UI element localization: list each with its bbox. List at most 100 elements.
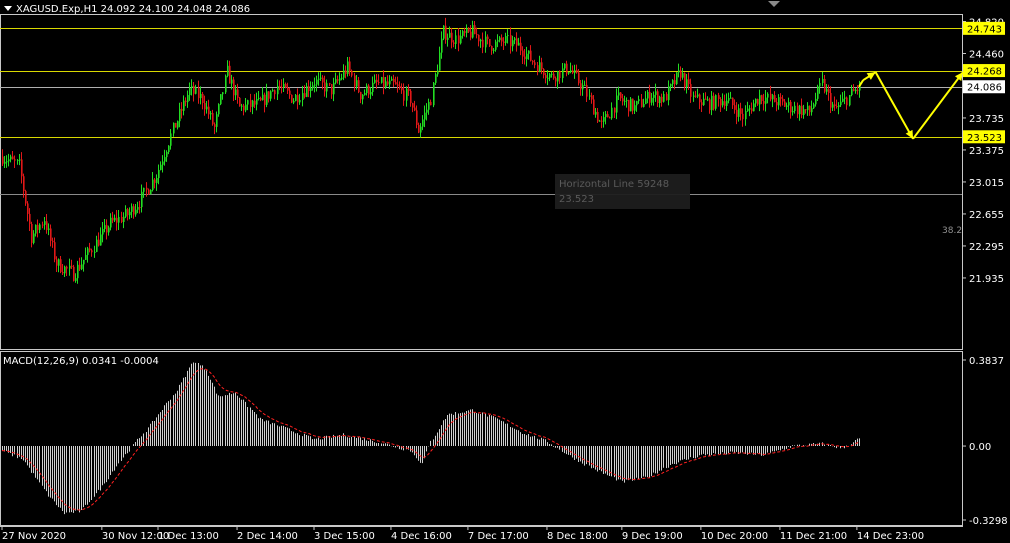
candle-body	[736, 109, 738, 117]
candle-body	[94, 251, 96, 253]
candle-body	[807, 105, 809, 111]
candle-body	[586, 84, 588, 97]
time-tick-label: 27 Nov 2020	[2, 531, 66, 542]
candle-body	[566, 63, 568, 74]
candle-body	[726, 100, 728, 106]
candle-body	[813, 104, 815, 109]
candle-body	[54, 242, 56, 260]
forecast-arrows[interactable]	[858, 71, 964, 140]
candle-body	[212, 113, 214, 125]
candle-body	[607, 114, 609, 118]
candle-body	[222, 92, 224, 95]
candle-body	[603, 117, 605, 122]
candle-body	[634, 105, 636, 111]
candle-body	[164, 157, 166, 162]
price-tag-label: 24.743	[967, 24, 1002, 35]
candle-body	[148, 189, 150, 195]
candle-body	[195, 87, 197, 94]
candle-body	[85, 254, 87, 260]
candle-body	[46, 221, 48, 231]
macd-tick-label: 0.3837	[969, 356, 1004, 367]
candle-body	[478, 34, 480, 42]
candle-body	[62, 271, 64, 274]
tooltip-line-name: Horizontal Line 59248	[559, 179, 669, 190]
candle-body	[31, 223, 33, 243]
candle-body	[715, 95, 717, 109]
candle-body	[555, 78, 557, 82]
candle-body	[507, 35, 509, 37]
candle-body	[589, 95, 591, 97]
candle-body	[162, 161, 164, 165]
candle-body	[208, 106, 210, 115]
shift-marker-icon[interactable]	[768, 1, 780, 7]
price-tick-label: 24.460	[969, 50, 1004, 61]
candle-body	[241, 105, 243, 107]
candle-body	[81, 264, 83, 270]
candle-body	[528, 50, 530, 54]
macd-indicator: 0.3837 0.00 -0.3298	[1, 356, 1008, 527]
candle-body	[29, 213, 31, 224]
candle-body	[256, 98, 258, 105]
candle-body	[374, 79, 376, 83]
candle-body	[420, 126, 422, 133]
candle-body	[2, 156, 4, 164]
candle-body	[636, 101, 638, 106]
candle-body	[225, 75, 227, 93]
candle-body	[688, 79, 690, 85]
candle-body	[131, 206, 133, 212]
candle-body	[614, 107, 616, 113]
candle-body	[447, 37, 449, 40]
candle-body	[451, 32, 453, 43]
horizontal-levels[interactable]	[0, 28, 962, 195]
candle-body	[774, 95, 776, 103]
forecast-arrow-segment[interactable]	[874, 71, 914, 140]
candle-body	[576, 70, 578, 73]
candle-body	[73, 266, 75, 281]
candle-body	[645, 98, 647, 105]
candle-body	[50, 228, 52, 241]
candle-body	[183, 100, 185, 111]
candle-body	[651, 97, 653, 103]
candle-body	[333, 82, 335, 95]
candle-body	[310, 88, 312, 92]
candle-body	[703, 98, 705, 106]
time-axis: 27 Nov 2020 30 Nov 12:001 Dec 13:00 2 Dec …	[1, 526, 924, 542]
candle-body	[110, 217, 112, 228]
candle-body	[364, 93, 366, 95]
candle-body	[632, 98, 634, 111]
candle-body	[343, 70, 345, 78]
candle-body	[295, 95, 297, 101]
candle-body	[83, 259, 85, 265]
candle-body	[778, 97, 780, 106]
trading-chart[interactable]: XAGUSD.Exp,H1 24.092 24.100 24.048 24.08…	[0, 0, 1010, 543]
candle-body	[622, 98, 624, 102]
candle-body	[701, 102, 703, 106]
candle-body	[570, 70, 572, 72]
candle-body	[299, 99, 301, 103]
candle-body	[730, 97, 732, 99]
candle-body	[112, 217, 114, 221]
candle-body	[734, 105, 736, 110]
candle-body	[641, 99, 643, 107]
candle-body	[433, 82, 435, 106]
candle-body	[537, 65, 539, 72]
candle-body	[618, 92, 620, 96]
candle-body	[836, 106, 838, 108]
candle-body	[761, 95, 763, 102]
time-tick-label: 7 Dec 17:00	[468, 531, 529, 542]
candle-body	[751, 108, 753, 112]
candle-body	[620, 92, 622, 99]
candle-body	[720, 99, 722, 106]
candle-body	[125, 209, 127, 217]
candle-body	[649, 91, 651, 103]
candle-body	[412, 103, 414, 108]
candle-body	[87, 248, 89, 255]
triangle-down-icon[interactable]	[4, 6, 12, 11]
candle-body	[414, 107, 416, 111]
candle-body	[245, 104, 247, 111]
forecast-arrow-segment[interactable]	[912, 71, 964, 140]
candle-body	[181, 108, 183, 111]
candle-body	[218, 104, 220, 115]
candle-body	[840, 101, 842, 106]
candle-body	[759, 95, 761, 105]
